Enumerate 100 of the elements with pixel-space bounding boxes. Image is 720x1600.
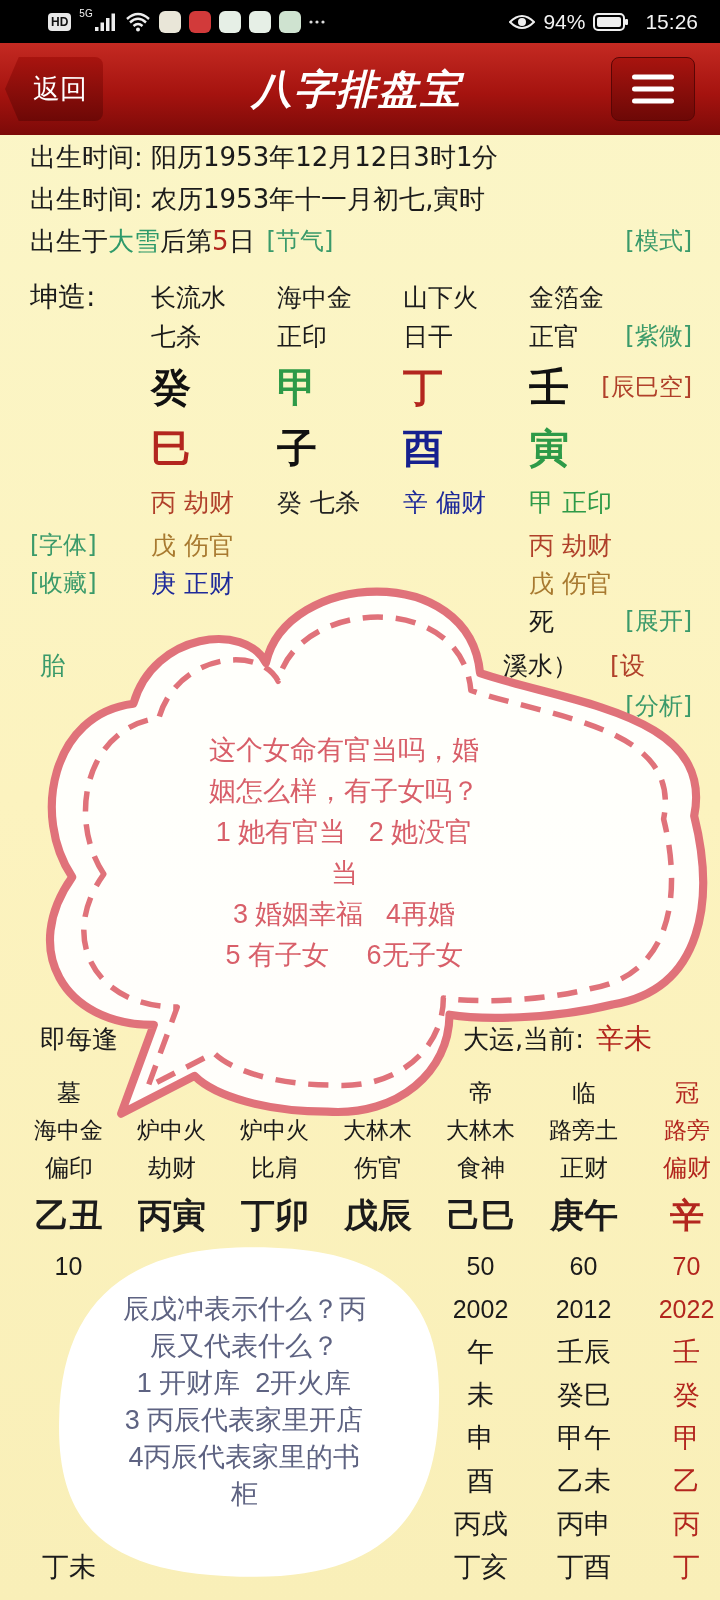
age-text: 10 — [54, 1251, 83, 1281]
ten-god-text: 偏财 — [662, 1153, 711, 1183]
annual-pillar-text: 未 — [467, 1378, 494, 1412]
life-stage-text: 墓 — [56, 1078, 81, 1108]
row-label: 胎 — [40, 649, 65, 682]
nayin-text: 炉中火 — [137, 1115, 206, 1145]
annual-pillar-text: 丙申 — [556, 1507, 611, 1541]
current-luck-text: 辛未 — [596, 1021, 653, 1057]
ten-god-text: 正财 — [559, 1153, 608, 1183]
bubble-text-line: 3 婚姻幸福 4再婚 — [232, 898, 455, 931]
battery-percent: 94% — [543, 9, 586, 34]
age-text: 70 — [672, 1251, 701, 1281]
nayin-text: 海中金 — [34, 1115, 103, 1145]
earthly-branch: 寅 — [529, 423, 569, 473]
life-stage-text: 冠 — [674, 1078, 699, 1108]
annual-pillar-text: 壬辰 — [556, 1335, 611, 1369]
age-text: 60 — [569, 1251, 598, 1281]
bubble-text-line: 当 — [330, 857, 358, 890]
earthly-branch: 子 — [277, 423, 317, 473]
ten-god-text: 偏印 — [44, 1153, 93, 1183]
annual-pillar-text: 丁酉 — [556, 1550, 611, 1584]
heavenly-stem: 丁 — [403, 362, 443, 412]
hidden-stem-text: 癸 七杀 — [277, 486, 360, 519]
expand-link[interactable]: [展开] — [625, 605, 692, 637]
life-stage-text: 死 — [529, 605, 554, 638]
hidden-stem-text: 戊 伤官 — [529, 567, 612, 600]
mode-link[interactable]: [模式] — [625, 225, 692, 257]
font-link[interactable]: [字体] — [30, 529, 97, 561]
luck-pillar-text: 丁卯 — [240, 1195, 309, 1236]
app-icon — [248, 10, 271, 33]
settings-link[interactable]: [设 — [610, 648, 645, 682]
bubble-text-line: 这个女命有官当吗，婚 — [209, 734, 479, 767]
bubble-text-line: 1 开财库 2开火库 — [136, 1367, 352, 1400]
year-text: 2012 — [555, 1294, 612, 1324]
nayin-text: 大林木 — [343, 1115, 412, 1145]
annual-pillar-text: 丙 — [673, 1507, 700, 1541]
year-text: 2002 — [452, 1294, 509, 1324]
menu-icon — [632, 74, 674, 104]
annual-pillar-text: 甲 — [673, 1421, 700, 1455]
hidden-stem-text: 戊 伤官 — [151, 529, 234, 562]
year-text: 2022 — [658, 1294, 715, 1324]
nayin-text: 溪水） — [503, 649, 578, 682]
back-button[interactable]: 返回 — [5, 57, 103, 121]
solar-term-link[interactable]: [节气] — [266, 225, 334, 257]
ten-god-text: 比肩 — [250, 1153, 299, 1183]
ten-god-text: 劫财 — [147, 1153, 196, 1183]
annual-pillar-text: 癸巳 — [556, 1378, 611, 1412]
hidden-stem-text: 庚 正财 — [151, 567, 234, 600]
annual-pillar-text: 丁亥 — [453, 1550, 508, 1584]
bubble-text-line: 辰又代表什么？ — [149, 1330, 339, 1363]
birth-time-text: 出生时间: 农历1953年十一月初七,寅时 — [30, 182, 487, 216]
luck-text: 大运,当前: — [463, 1022, 585, 1056]
hidden-stem-text: 辛 偏财 — [403, 486, 486, 519]
annual-pillar-text: 丁 — [673, 1550, 700, 1584]
luck-pillar-text: 戊辰 — [343, 1195, 412, 1236]
age-text: 50 — [466, 1251, 495, 1281]
chart-label: 坤造: — [30, 279, 96, 315]
nayin-text: 金箔金 — [529, 281, 604, 314]
app-icon — [278, 10, 301, 33]
favorite-link[interactable]: [收藏] — [30, 567, 97, 599]
eye-icon — [509, 13, 536, 30]
annual-pillar-text: 壬 — [673, 1335, 700, 1369]
ten-god-text: 日干 — [403, 320, 453, 353]
ten-god-text: 正官 — [529, 320, 579, 353]
bubble-text-line: 5 有子女 6无子女 — [225, 939, 463, 972]
app-icon — [218, 10, 241, 33]
annual-pillar-text: 酉 — [467, 1464, 494, 1498]
earthly-branch: 酉 — [403, 423, 443, 473]
ten-god-text: 伤官 — [353, 1153, 402, 1183]
life-stage-text: 临 — [571, 1078, 596, 1108]
hd-badge: HD — [48, 12, 72, 31]
wifi-icon — [124, 11, 151, 32]
annual-pillar-text: 丙戌 — [453, 1507, 508, 1541]
app-icon — [188, 10, 211, 33]
solar-term-text: 出生于大雪后第5 日 — [30, 224, 255, 258]
annual-pillar-text: 乙 — [673, 1464, 700, 1498]
annual-pillar-text: 午 — [467, 1335, 494, 1369]
annual-pillar-text: 甲午 — [556, 1421, 611, 1455]
nayin-text: 大林木 — [446, 1115, 515, 1145]
menu-button[interactable] — [611, 57, 695, 121]
signal-icon — [94, 12, 117, 31]
nayin-text: 海中金 — [277, 281, 352, 314]
app-icon — [158, 10, 181, 33]
ten-god-text: 七杀 — [151, 320, 201, 353]
bubble-text-line: 4丙辰代表家里的书 — [128, 1441, 360, 1474]
annual-pillar-text: 丁未 — [41, 1550, 96, 1584]
heavenly-stem: 壬 — [529, 362, 569, 412]
life-stage-text: 帝 — [468, 1078, 493, 1108]
nayin-text: 山下火 — [403, 281, 478, 314]
more-dots-icon — [308, 19, 325, 24]
bubble-text-line: 姻怎么样，有子女吗？ — [209, 775, 479, 808]
earthly-branch: 巳 — [151, 423, 191, 473]
void-link[interactable]: [辰巳空] — [601, 371, 692, 403]
nayin-text: 长流水 — [151, 281, 226, 314]
ziwei-link[interactable]: [紫微] — [625, 320, 692, 352]
network-label: 5G — [79, 8, 93, 19]
heavenly-stem: 甲 — [277, 362, 317, 412]
ten-god-text: 食神 — [456, 1153, 505, 1183]
bubble-text-line: 3 丙辰代表家里开店 — [124, 1404, 364, 1437]
annual-pillar-text: 癸 — [673, 1378, 700, 1412]
